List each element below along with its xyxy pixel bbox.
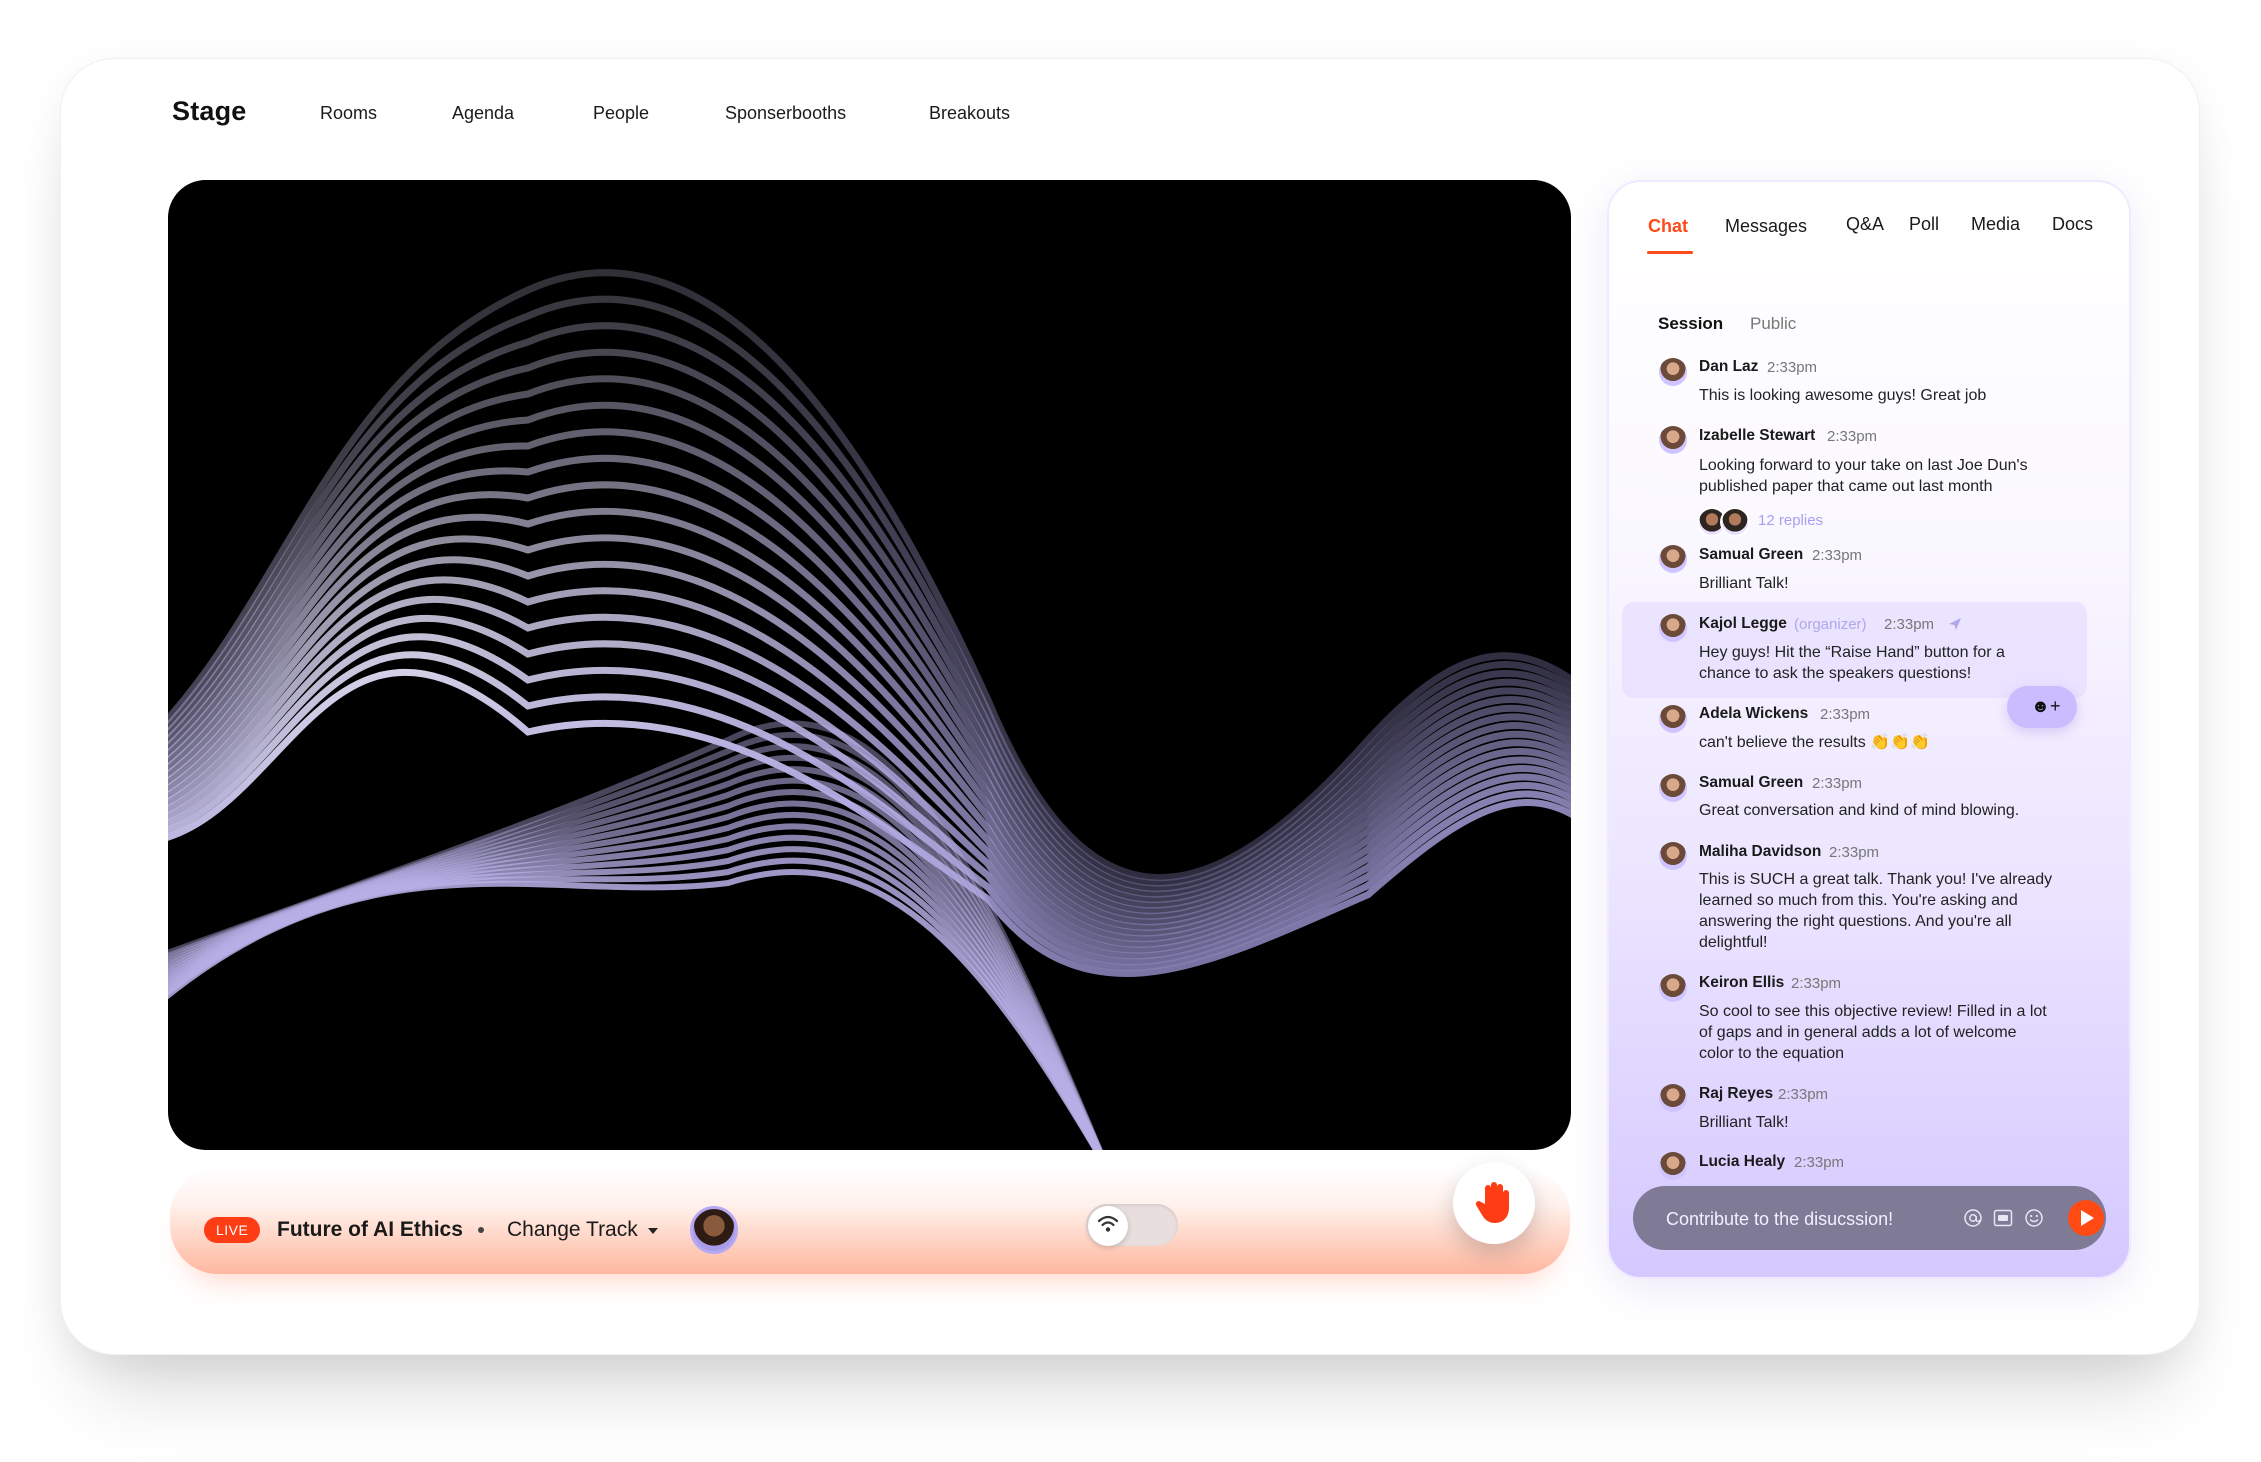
message-time: 2:33pm [1791, 975, 1842, 992]
reply-count-link[interactable]: 12 replies [1758, 512, 1823, 529]
nav-breakouts[interactable]: Breakouts [929, 103, 1010, 124]
subtab-public[interactable]: Public [1750, 314, 1796, 334]
avatar[interactable] [1659, 705, 1687, 733]
session-title: Future of AI Ethics [277, 1218, 463, 1241]
message-text: Brilliant Talk! [1699, 575, 1789, 592]
message-author[interactable]: Raj Reyes [1699, 1085, 1773, 1103]
emoji-icon[interactable] [2024, 1208, 2044, 1228]
brand-title: Stage [172, 96, 247, 126]
message-time: 2:33pm [1812, 547, 1863, 564]
message-text: So cool to see this objective review! Fi… [1699, 1003, 2047, 1062]
nav-rooms[interactable]: Rooms [320, 103, 377, 124]
emoji-add-icon: ☻+ [2031, 696, 2061, 716]
change-track-button[interactable]: Change Track [507, 1218, 638, 1242]
message-author[interactable]: Maliha Davidson [1699, 843, 1821, 861]
message-text: Brilliant Talk! [1699, 1114, 1789, 1131]
wifi-icon [1097, 1215, 1119, 1232]
message-text: Looking forward to your take on last Joe… [1699, 457, 2028, 495]
raise-hand-button[interactable] [1453, 1162, 1535, 1244]
message-text: can't believe the results 👏👏👏 [1699, 734, 1930, 751]
tab-chat[interactable]: Chat [1648, 216, 1688, 237]
nav-agenda[interactable]: Agenda [452, 103, 514, 124]
avatar[interactable] [1659, 842, 1687, 870]
avatar[interactable] [1659, 1084, 1687, 1112]
message-time: 2:33pm [1778, 1086, 1829, 1103]
message-author[interactable]: Keiron Ellis [1699, 974, 1784, 992]
message-time: 2:33pm [1794, 1154, 1845, 1171]
raise-hand-icon [1475, 1182, 1509, 1223]
live-badge: LIVE [204, 1217, 261, 1243]
message-author[interactable]: Dan Laz [1699, 358, 1758, 376]
message-author[interactable]: Samual Green [1699, 546, 1803, 564]
chat-message-input[interactable] [1664, 1202, 1908, 1236]
subtab-session[interactable]: Session [1658, 314, 1723, 334]
tab-media[interactable]: Media [1971, 214, 2020, 235]
send-icon [2081, 1210, 2094, 1226]
organizer-tag: (organizer) [1794, 616, 1867, 633]
message-author[interactable]: Samual Green [1699, 774, 1803, 792]
message-author[interactable]: Lucia Healy [1699, 1153, 1785, 1171]
message-text: This is SUCH a great talk. Thank you! I'… [1699, 871, 2053, 951]
message-time: 2:33pm [1827, 428, 1878, 445]
message-author[interactable]: Izabelle Stewart [1699, 427, 1815, 445]
tab-qa[interactable]: Q&A [1846, 214, 1884, 235]
reply-avatar [1720, 507, 1750, 537]
tab-poll[interactable]: Poll [1909, 214, 1939, 235]
caret-down-icon[interactable] [648, 1228, 658, 1234]
avatar[interactable] [1659, 614, 1687, 642]
send-button[interactable] [2068, 1200, 2104, 1236]
message-text: This is looking awesome guys! Great job [1699, 387, 1987, 404]
nav-sponserbooths[interactable]: Sponserbooths [725, 103, 846, 124]
avatar[interactable] [1659, 974, 1687, 1002]
message-text: Hey guys! Hit the “Raise Hand” button fo… [1699, 644, 2005, 682]
pin-icon [1949, 618, 1961, 630]
add-reaction-button[interactable]: ☻+ [2007, 686, 2077, 728]
separator-dot [478, 1227, 484, 1233]
message-time: 2:33pm [1820, 706, 1871, 723]
avatar[interactable] [1659, 358, 1687, 386]
message-author[interactable]: Kajol Legge [1699, 615, 1787, 633]
wave-visualization [168, 180, 1571, 1150]
message-time: 2:33pm [1767, 359, 1818, 376]
avatar[interactable] [1659, 426, 1687, 454]
tab-messages[interactable]: Messages [1725, 216, 1807, 237]
mention-icon[interactable] [1963, 1208, 1983, 1228]
nav-people[interactable]: People [593, 103, 649, 124]
message-time: 2:33pm [1884, 616, 1935, 633]
message-author[interactable]: Adela Wickens [1699, 705, 1808, 723]
stage-video-player[interactable] [168, 180, 1571, 1150]
gif-icon[interactable] [1993, 1208, 2013, 1228]
active-tab-indicator [1647, 251, 1693, 254]
avatar[interactable] [1659, 545, 1687, 573]
host-avatar[interactable] [690, 1206, 738, 1254]
message-text: Great conversation and kind of mind blow… [1699, 802, 2020, 819]
avatar[interactable] [1659, 1152, 1687, 1180]
message-time: 2:33pm [1829, 844, 1880, 861]
avatar[interactable] [1659, 774, 1687, 802]
message-time: 2:33pm [1812, 775, 1863, 792]
tab-docs[interactable]: Docs [2052, 214, 2093, 235]
